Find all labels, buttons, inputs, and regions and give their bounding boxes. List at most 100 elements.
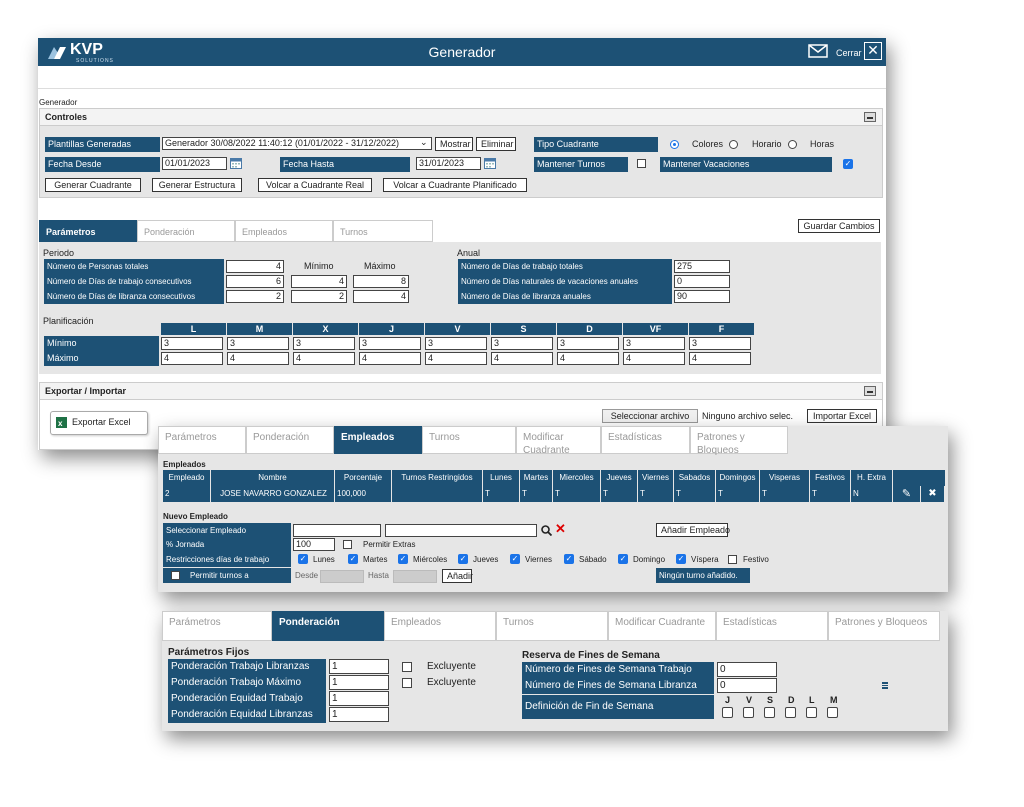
tab-3[interactable]: Turnos [496,611,608,641]
delete-icon[interactable]: ✖ [921,486,944,502]
ponderacion-input[interactable]: 1 [329,707,389,722]
tab-5[interactable]: Estadísticas [601,426,690,454]
fs-day-checkbox[interactable] [743,707,754,718]
tab-5[interactable]: Estadísticas [716,611,828,641]
tab-parametros[interactable]: Parámetros [39,220,137,242]
ponderacion-input[interactable]: 1 [329,675,389,690]
clear-icon[interactable]: ✕ [555,521,566,537]
plan-max-input[interactable]: 4 [425,352,487,365]
dia-checkbox[interactable]: ✓ [618,554,628,564]
fecha-desde-input[interactable]: 01/01/2023 [162,157,227,170]
minimize-button[interactable] [864,386,876,396]
dia-checkbox[interactable] [728,555,737,564]
plan-max-input[interactable]: 4 [491,352,553,365]
dia-checkbox[interactable]: ✓ [398,554,408,564]
mail-icon[interactable] [808,44,828,58]
permitir-turnos-checkbox[interactable] [171,571,180,580]
excluyente-checkbox[interactable] [402,678,412,688]
mantener-turnos-checkbox[interactable] [637,159,646,168]
tab-ponderacion[interactable]: Ponderación [137,220,235,242]
fs-trabajo-input[interactable]: 0 [717,662,777,677]
excluyente-checkbox[interactable] [402,662,412,672]
plan-min-input[interactable]: 3 [227,337,289,350]
volcar-planificado-button[interactable]: Volcar a Cuadrante Planificado [383,178,527,192]
plan-min-input[interactable]: 3 [293,337,355,350]
empleado-nombre-input[interactable] [385,524,537,537]
importar-excel-button[interactable]: Importar Excel [807,409,877,423]
anual-value[interactable]: 90 [674,290,730,303]
plan-min-input[interactable]: 3 [623,337,685,350]
guardar-cambios-button[interactable]: Guardar Cambios [798,219,880,233]
close-label[interactable]: Cerrar [836,48,862,58]
plan-min-input[interactable]: 3 [557,337,619,350]
generar-cuadrante-button[interactable]: Generar Cuadrante [45,178,141,192]
plan-max-input[interactable]: 4 [557,352,619,365]
fecha-hasta-input[interactable]: 31/01/2023 [416,157,481,170]
periodo-value[interactable]: 4 [226,260,284,273]
tab-0[interactable]: Parámetros [158,426,246,454]
periodo-value[interactable]: 6 [226,275,284,288]
fs-day-checkbox[interactable] [785,707,796,718]
dia-checkbox[interactable]: ✓ [510,554,520,564]
dia-checkbox[interactable]: ✓ [564,554,574,564]
edit-icon[interactable]: ✎ [893,486,920,502]
radio-horario[interactable] [729,140,738,149]
periodo-min[interactable]: 4 [291,275,347,288]
generar-estructura-button[interactable]: Generar Estructura [152,178,242,192]
plan-min-input[interactable]: 3 [359,337,421,350]
calendar-icon[interactable] [230,157,242,169]
plantillas-select[interactable]: Generador 30/08/2022 11:40:12 (01/01/202… [162,137,432,150]
close-icon[interactable]: ✕ [864,42,882,60]
periodo-value[interactable]: 2 [226,290,284,303]
tab-4[interactable]: Modificar Cuadrante [516,426,601,456]
periodo-min[interactable]: 2 [291,290,347,303]
tab-2[interactable]: Empleados [334,426,422,454]
tab-6[interactable]: Patrones y Bloqueos [690,426,788,456]
tab-0[interactable]: Parámetros [162,611,272,641]
plan-min-input[interactable]: 3 [161,337,223,350]
radio-colores[interactable] [670,140,679,149]
plan-max-input[interactable]: 4 [161,352,223,365]
exportar-excel-button[interactable]: x Exportar Excel [50,411,148,435]
dia-checkbox[interactable]: ✓ [458,554,468,564]
hasta-input[interactable] [393,570,437,583]
tab-2[interactable]: Empleados [384,611,496,641]
anadir-button[interactable]: Añadir [442,569,473,583]
tab-4[interactable]: Modificar Cuadrante [608,611,716,641]
ponderacion-input[interactable]: 1 [329,691,389,706]
fs-day-checkbox[interactable] [764,707,775,718]
ponderacion-input[interactable]: 1 [329,659,389,674]
mantener-vacaciones-checkbox[interactable]: ✓ [843,159,853,169]
search-icon[interactable] [541,525,552,536]
volcar-real-button[interactable]: Volcar a Cuadrante Real [258,178,372,192]
anadir-empleado-button[interactable]: Añadir Empleado [656,523,730,537]
plan-min-input[interactable]: 3 [491,337,553,350]
permitir-extras-checkbox[interactable] [343,540,352,549]
fs-libranza-input[interactable]: 0 [717,678,777,693]
tab-6[interactable]: Patrones y Bloqueos [828,611,940,641]
jornada-input[interactable]: 100 [293,538,335,551]
seleccionar-archivo-button[interactable]: Seleccionar archivo [602,409,698,423]
anual-value[interactable]: 0 [674,275,730,288]
fs-day-checkbox[interactable] [827,707,838,718]
tab-3[interactable]: Turnos [422,426,516,454]
plan-max-input[interactable]: 4 [689,352,751,365]
plan-max-input[interactable]: 4 [293,352,355,365]
list-icon[interactable] [882,682,888,689]
fs-day-checkbox[interactable] [722,707,733,718]
radio-horas[interactable] [788,140,797,149]
empleado-id-input[interactable] [293,524,381,537]
eliminar-button[interactable]: Eliminar [476,137,516,151]
tab-empleados[interactable]: Empleados [235,220,333,242]
plan-min-input[interactable]: 3 [689,337,751,350]
dia-checkbox[interactable]: ✓ [348,554,358,564]
calendar-icon[interactable] [484,157,496,169]
mostrar-button[interactable]: Mostrar [435,137,473,151]
dia-checkbox[interactable]: ✓ [676,554,686,564]
periodo-max[interactable]: 8 [353,275,409,288]
desde-input[interactable] [320,570,364,583]
tab-turnos[interactable]: Turnos [333,220,433,242]
plan-max-input[interactable]: 4 [623,352,685,365]
plan-max-input[interactable]: 4 [359,352,421,365]
plan-max-input[interactable]: 4 [227,352,289,365]
